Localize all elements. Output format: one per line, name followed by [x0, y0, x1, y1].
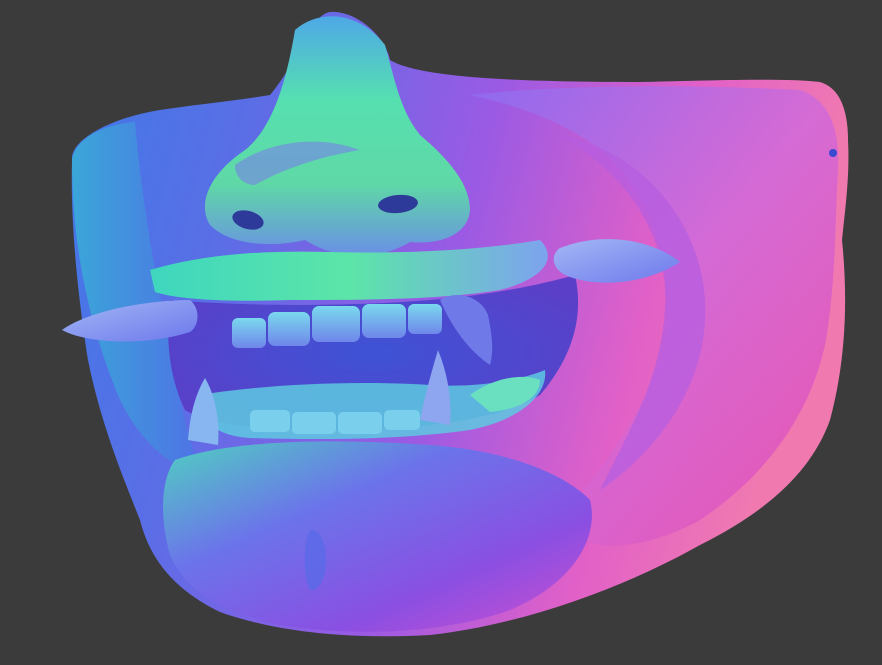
3d-viewport[interactable] — [0, 0, 882, 665]
oni-mask-render — [62, 11, 849, 637]
strap-hole — [829, 149, 837, 157]
